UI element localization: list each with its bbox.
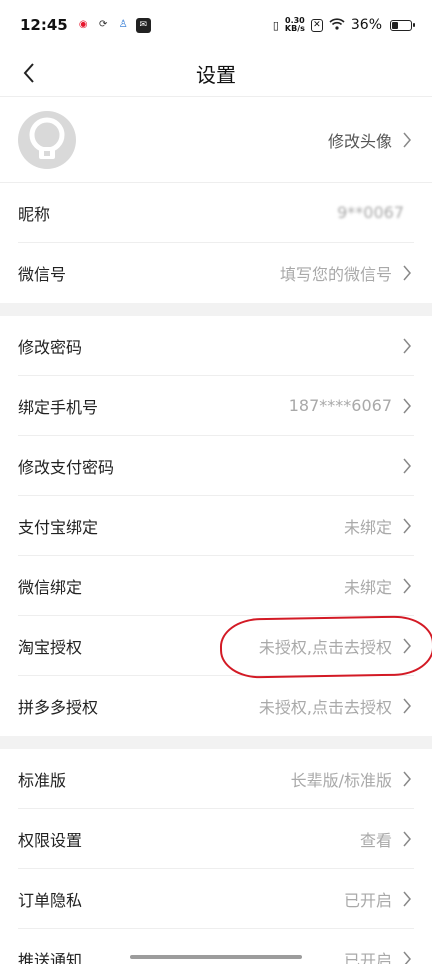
section-gap: [0, 736, 432, 749]
account-section: 修改密码 绑定手机号 187****6067 修改支付密码 支付宝绑定 未绑定 …: [0, 316, 432, 736]
row-label: 订单隐私: [18, 890, 83, 910]
message-icon: ✉: [135, 17, 151, 33]
battery-icon: [390, 19, 415, 31]
chevron-right-icon: [402, 578, 414, 594]
row-value: 长辈版/标准版: [290, 770, 392, 790]
row-nickname[interactable]: 昵称 9**0067: [18, 183, 414, 243]
status-time: 12:45: [20, 16, 68, 34]
chevron-right-icon: [402, 771, 414, 787]
chevron-right-icon: [402, 265, 414, 281]
other-section: 标准版 长辈版/标准版 权限设置 查看 订单隐私 已开启 推送通知 已开启: [0, 749, 432, 964]
row-label: 微信号: [18, 265, 67, 284]
avatar-row[interactable]: 修改头像: [0, 97, 432, 183]
row-value: 未绑定: [343, 577, 392, 597]
row-label: 微信绑定: [18, 577, 83, 597]
profile-section: 昵称 9**0067 微信号 填写您的微信号: [0, 183, 432, 303]
chevron-right-icon: [402, 891, 414, 907]
row-label: 支付宝绑定: [18, 517, 99, 537]
row-value: 未绑定: [343, 517, 392, 537]
avatar: [18, 110, 76, 169]
sim-off-icon: ✕: [310, 18, 323, 32]
wifi-icon: [329, 17, 345, 33]
nav-bar: 设置: [0, 50, 432, 96]
chevron-right-icon: [402, 518, 414, 534]
row-label: 绑定手机号: [18, 397, 99, 417]
change-avatar-action[interactable]: 修改头像: [328, 128, 412, 152]
row-label: 拼多多授权: [18, 698, 99, 717]
chevron-left-icon: [23, 63, 34, 83]
net-speed: 0.30 KB/s: [284, 16, 305, 33]
nickname-value: 9**0067: [337, 203, 404, 222]
app-person-icon: ♙: [118, 19, 128, 30]
row-change-pay-password[interactable]: 修改支付密码: [18, 436, 414, 496]
app-swirl-icon: ⟳: [99, 19, 108, 30]
row-value: 查看: [359, 830, 392, 850]
home-indicator[interactable]: [130, 955, 302, 959]
status-right: ▯ 0.30 KB/s ✕ 36%: [272, 16, 415, 33]
back-button[interactable]: [14, 58, 44, 88]
status-bar: 12:45 ◉ ⟳ ♙ ✉ ▯ 0.30 KB/s ✕ 36%: [0, 0, 432, 50]
row-wechat-id[interactable]: 微信号 填写您的微信号: [18, 243, 414, 303]
row-label: 淘宝授权: [18, 637, 83, 657]
row-label: 修改支付密码: [18, 457, 115, 477]
row-label: 修改密码: [18, 337, 83, 357]
row-value: 187****6067: [288, 396, 392, 415]
row-label: 昵称: [18, 204, 51, 224]
row-label: 推送通知: [18, 951, 83, 964]
row-change-password[interactable]: 修改密码: [18, 316, 414, 376]
row-value: 未授权,点击去授权: [258, 637, 392, 657]
chevron-right-icon: [402, 951, 414, 964]
row-value: 已开启: [343, 951, 392, 964]
chevron-right-icon: [402, 698, 414, 714]
chevron-right-icon: [402, 831, 414, 847]
row-order-privacy[interactable]: 订单隐私 已开启: [18, 869, 414, 929]
section-gap: [0, 303, 432, 316]
battery-percent: 36%: [350, 17, 382, 33]
row-label: 标准版: [18, 770, 67, 790]
row-bind-phone[interactable]: 绑定手机号 187****6067: [18, 376, 414, 436]
chevron-right-icon: [402, 638, 414, 654]
row-label: 权限设置: [18, 830, 83, 850]
row-permissions[interactable]: 权限设置 查看: [18, 809, 414, 869]
row-value: 已开启: [343, 890, 392, 910]
row-wechat-bind[interactable]: 微信绑定 未绑定: [18, 556, 414, 616]
row-value: 填写您的微信号: [279, 265, 392, 284]
chevron-right-icon: [402, 398, 414, 414]
chevron-right-icon: [402, 338, 414, 354]
chevron-right-icon: [402, 458, 414, 474]
row-pinduoduo-auth[interactable]: 拼多多授权 未授权,点击去授权: [18, 676, 414, 736]
page-title: 设置: [196, 62, 236, 87]
row-value: 未授权,点击去授权: [258, 698, 392, 717]
row-version-mode[interactable]: 标准版 长辈版/标准版: [18, 749, 414, 809]
default-avatar-icon: [29, 117, 65, 159]
row-taobao-auth[interactable]: 淘宝授权 未授权,点击去授权: [18, 616, 414, 676]
change-avatar-label: 修改头像: [327, 131, 392, 151]
weibo-icon: ◉: [78, 19, 88, 30]
vibrate-icon: ▯: [272, 18, 279, 32]
row-alipay-bind[interactable]: 支付宝绑定 未绑定: [18, 496, 414, 556]
chevron-right-icon: [403, 132, 411, 147]
notification-icons: ◉ ⟳ ♙ ✉: [76, 17, 151, 33]
